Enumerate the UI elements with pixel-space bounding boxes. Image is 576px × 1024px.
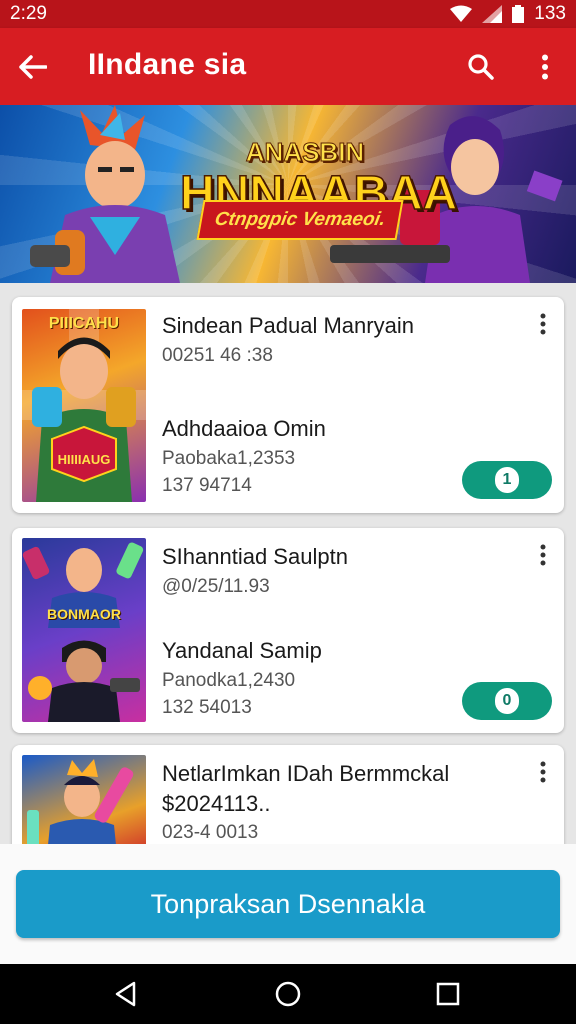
search-button[interactable] xyxy=(462,48,500,86)
item-detail-2: 137 94714 xyxy=(162,475,252,496)
item-code: @0/25/11.93 xyxy=(162,576,270,597)
item-menu-button[interactable] xyxy=(532,542,554,568)
item-subtitle: Adhdaaioa Omin xyxy=(162,416,326,441)
status-icons: 133 xyxy=(450,3,566,25)
item-thumbnail: BONMAOR xyxy=(22,538,146,722)
item-text: SIhanntiad Saulptn @0/25/11.93 Yandanal … xyxy=(162,544,348,719)
item-thumbnail-text-bottom: HIIIIAUG xyxy=(57,452,111,467)
nav-home-button[interactable] xyxy=(272,978,304,1010)
promo-banner[interactable]: ANASBIN HNNAABAA Ctnpgpic Vemaeoi. xyxy=(0,105,576,283)
item-thumbnail: PIIICAHU HIIIIAUG xyxy=(22,309,146,502)
list-item[interactable]: PIIICAHU HIIIIAUG Sindean Padual Manryai… xyxy=(12,297,564,513)
item-title: NetlarImkan IDah Bermmckal xyxy=(162,761,450,786)
banner-ribbon-text: Ctnpgpic Vemaeoi. xyxy=(213,209,388,230)
primary-action-button[interactable]: Tonpraksan Dsennakla xyxy=(16,870,560,938)
nav-recents-button[interactable] xyxy=(432,978,464,1010)
circle-home-icon xyxy=(275,981,301,1007)
banner-title-small: ANASBIN xyxy=(245,137,365,168)
item-toggle[interactable]: 0 xyxy=(462,682,552,720)
triangle-back-icon xyxy=(115,981,136,1007)
system-nav-bar xyxy=(0,964,576,1024)
battery-icon xyxy=(512,5,525,23)
item-toggle-knob: 1 xyxy=(495,467,519,493)
more-vert-icon xyxy=(540,544,546,566)
item-thumbnail-art xyxy=(22,542,144,722)
item-text: Sindean Padual Manryain 00251 46 :38 Adh… xyxy=(162,313,414,497)
item-subtitle: Yandanal Samip xyxy=(162,638,322,663)
app-bar: IIndane sia xyxy=(0,28,576,105)
item-detail-2: 132 54013 xyxy=(162,697,252,718)
battery-text: 133 xyxy=(534,3,566,24)
back-button[interactable] xyxy=(14,48,52,86)
item-detail-1: Paobaka1,2353 xyxy=(162,448,296,469)
item-toggle[interactable]: 1 xyxy=(462,461,552,499)
item-detail-2: 023-4 0013 xyxy=(162,822,259,843)
item-text: NetlarImkan IDah Bermmckal $2024113.. 02… xyxy=(162,761,449,844)
square-recents-icon xyxy=(436,982,460,1006)
item-detail-1: Panodka1,2430 xyxy=(162,670,296,691)
item-code: 00251 46 :38 xyxy=(162,345,273,366)
item-menu-button[interactable] xyxy=(532,311,554,337)
page-title: IIndane sia xyxy=(88,48,247,81)
item-code: $2024113.. xyxy=(162,791,271,816)
more-vert-icon xyxy=(540,761,546,783)
item-thumbnail-text-top: PIIICAHU xyxy=(48,315,120,332)
search-icon xyxy=(468,54,494,80)
wifi-icon xyxy=(450,5,473,22)
item-toggle-knob: 0 xyxy=(495,688,519,714)
nav-back-button[interactable] xyxy=(110,978,142,1010)
more-vert-icon xyxy=(540,313,546,335)
item-title: Sindean Padual Manryain xyxy=(162,313,414,338)
signal-icon xyxy=(482,5,503,23)
item-menu-button[interactable] xyxy=(532,759,554,785)
arrow-left-icon xyxy=(19,55,47,79)
more-vert-icon xyxy=(542,54,548,80)
item-thumbnail-art xyxy=(22,309,146,502)
banner-ribbon: Ctnpgpic Vemaeoi. xyxy=(196,200,404,240)
overflow-menu-button[interactable] xyxy=(528,48,562,86)
banner-hero-left-image xyxy=(30,105,180,283)
item-title: SIhanntiad Saulptn xyxy=(162,544,348,569)
status-bar: 2:29 133 xyxy=(0,0,576,28)
item-thumbnail-text-top: BONMAOR xyxy=(47,606,121,622)
status-time: 2:29 xyxy=(10,3,47,24)
list-item[interactable]: BONMAOR SIhanntiad Saulptn @0/25/11.93 Y… xyxy=(12,528,564,733)
